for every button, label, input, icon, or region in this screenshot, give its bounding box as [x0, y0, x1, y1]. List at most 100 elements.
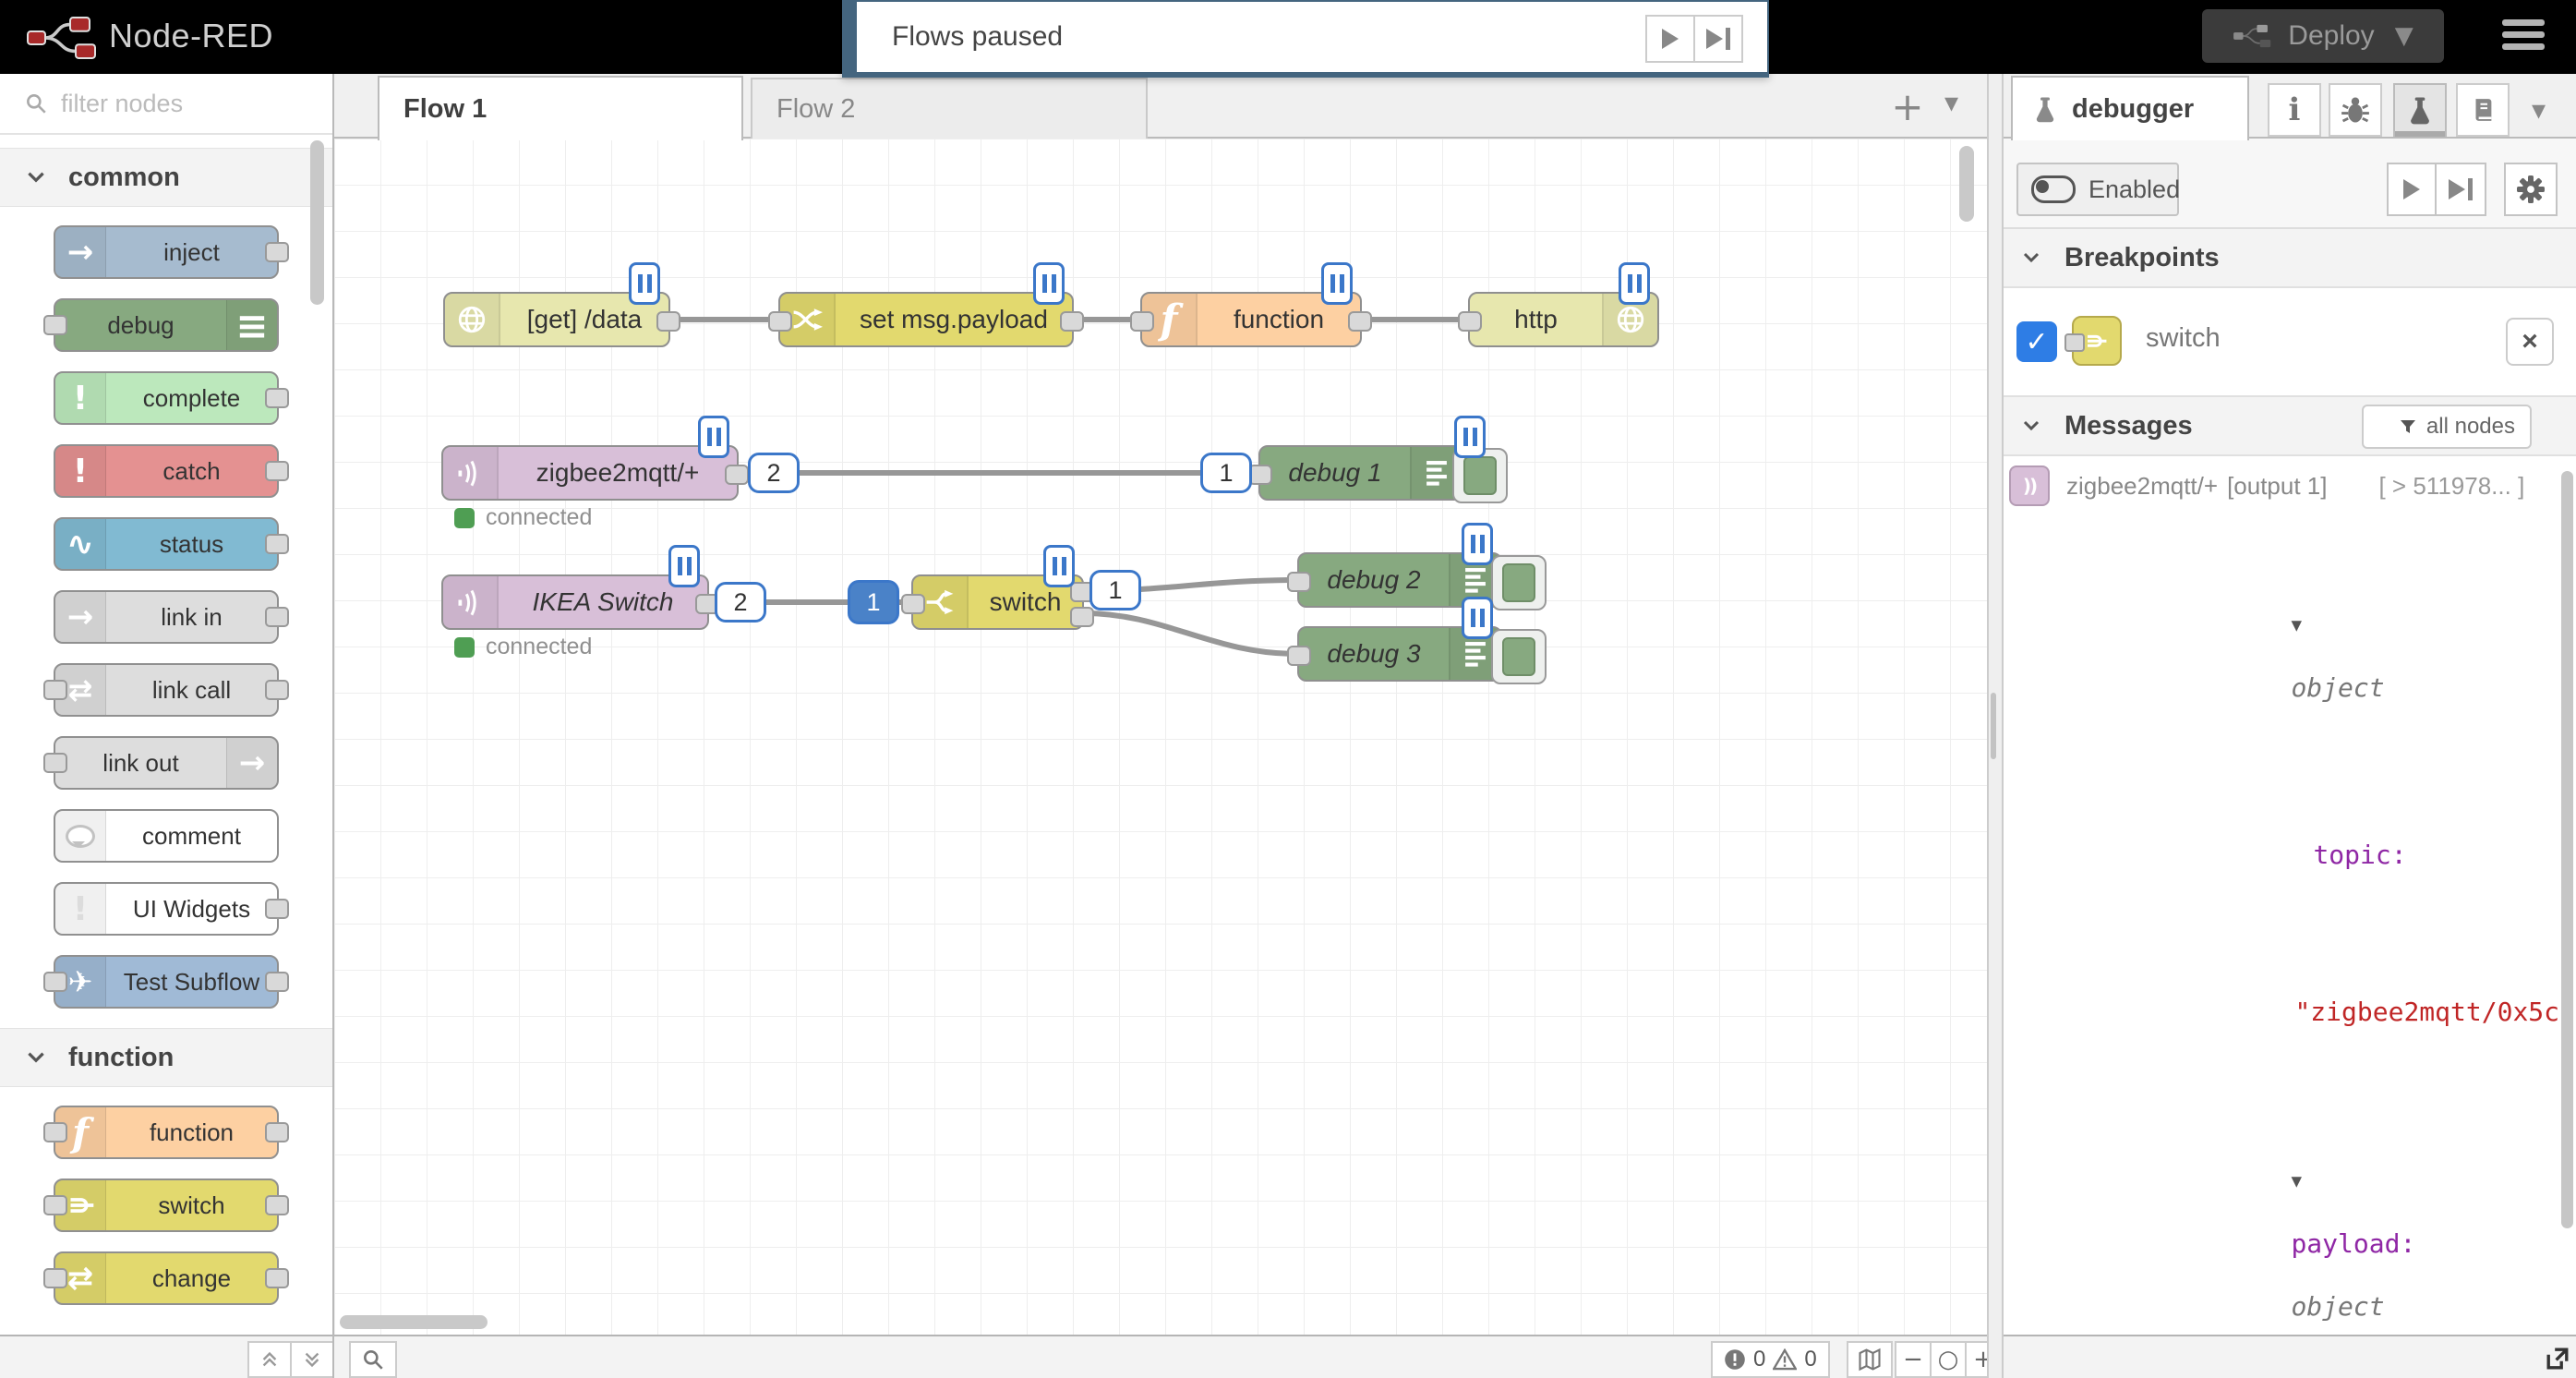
output-port[interactable]	[265, 1122, 289, 1142]
palette-node[interactable]: switch	[54, 1179, 279, 1232]
pause-badge[interactable]	[668, 545, 700, 587]
output-port[interactable]	[265, 607, 289, 627]
sidebar-popout-icon[interactable]	[2545, 1346, 2570, 1376]
deploy-button[interactable]: Deploy ▼	[2202, 9, 2444, 63]
palette-category-header[interactable]: common	[0, 148, 332, 207]
output-port[interactable]	[265, 899, 289, 919]
palette-node[interactable]: link in	[54, 590, 279, 644]
step-next-button[interactable]	[1695, 15, 1743, 63]
output-port[interactable]	[1348, 311, 1372, 332]
palette-node[interactable]: status	[54, 517, 279, 571]
canvas-issues-status[interactable]: 0 0	[1711, 1341, 1830, 1378]
add-flow-button[interactable]: +	[1882, 81, 1933, 131]
input-port[interactable]	[43, 1268, 67, 1288]
input-port[interactable]	[43, 972, 67, 992]
navigator-toggle-button[interactable]	[1847, 1341, 1893, 1378]
debug-line[interactable]: "zigbee2mqtt/0x5cc7c1fffe2dbe22"	[2009, 902, 2552, 1059]
pause-badge[interactable]	[698, 416, 729, 458]
input-port[interactable]	[1458, 311, 1482, 332]
output-port[interactable]	[265, 972, 289, 992]
sidebar-resize-handle[interactable]	[1987, 74, 2004, 1378]
output-port[interactable]	[265, 388, 289, 408]
input-port[interactable]	[43, 315, 67, 335]
flow-node-mqtt-in-zigbee[interactable]: zigbee2mqtt/+	[441, 445, 739, 501]
debug-line[interactable]: ▾ payload: object	[2009, 1070, 2552, 1336]
pause-badge[interactable]	[1462, 597, 1493, 639]
tab-debug-messages[interactable]	[2329, 83, 2382, 137]
palette-node[interactable]: complete	[54, 371, 279, 425]
tab-flow-2[interactable]: Flow 2	[751, 78, 1148, 139]
pause-badge[interactable]	[1462, 523, 1493, 565]
palette-node[interactable]: comment	[54, 809, 279, 863]
pause-badge[interactable]	[1619, 262, 1650, 305]
active-breakpoint-badge[interactable]: 1	[848, 580, 899, 624]
palette-node[interactable]: catch	[54, 444, 279, 498]
palette-node[interactable]: Test Subflow	[54, 955, 279, 1009]
pause-badge[interactable]	[1321, 262, 1353, 305]
output-port[interactable]	[265, 1195, 289, 1215]
palette-node[interactable]: change	[54, 1251, 279, 1305]
palette-category-header[interactable]: function	[0, 1028, 332, 1087]
output-port[interactable]	[265, 534, 289, 554]
output-port[interactable]	[725, 465, 749, 485]
debug-line[interactable]: ▾ object	[2009, 514, 2552, 735]
flow-node-debug-1[interactable]: debug 1	[1258, 445, 1463, 501]
palette-expand-all-button[interactable]	[292, 1341, 334, 1378]
main-menu-button[interactable]	[2502, 19, 2545, 55]
input-port[interactable]	[1287, 572, 1311, 592]
pause-badge[interactable]	[1454, 416, 1486, 458]
pause-badge[interactable]	[1033, 262, 1065, 305]
debug-toggle-button[interactable]	[1491, 629, 1547, 684]
output-port[interactable]	[1060, 311, 1084, 332]
breakpoint-checkbox[interactable]	[2016, 321, 2057, 362]
palette-node[interactable]: inject	[54, 225, 279, 279]
message-id[interactable]: [ > 511978... ]	[2378, 472, 2524, 501]
tab-help[interactable]	[2456, 83, 2510, 137]
debug-line[interactable]: topic:	[2009, 745, 2552, 902]
canvas-vertical-scrollbar[interactable]	[1959, 146, 1974, 222]
output-port[interactable]	[265, 242, 289, 262]
palette-node[interactable]: UI Widgets	[54, 882, 279, 936]
palette-filter[interactable]: filter nodes	[0, 74, 332, 135]
tab-flow-1[interactable]: Flow 1	[378, 76, 743, 140]
input-port[interactable]	[768, 311, 792, 332]
output-port[interactable]	[265, 680, 289, 700]
zoom-reset-button[interactable]: ○	[1932, 1341, 1967, 1378]
output-port-2[interactable]	[1070, 607, 1094, 627]
sidebar-menu-caret-icon[interactable]: ▾	[2532, 94, 2546, 127]
pause-badge[interactable]	[1043, 545, 1075, 587]
output-port[interactable]	[656, 311, 680, 332]
palette-scrollbar[interactable]	[310, 140, 324, 305]
debugger-play-button[interactable]	[2387, 163, 2437, 216]
zoom-out-button[interactable]: −	[1895, 1341, 1932, 1378]
debugger-settings-button[interactable]	[2504, 163, 2558, 216]
input-port[interactable]	[43, 1195, 67, 1215]
deploy-options-caret-icon[interactable]: ▼	[2395, 22, 2413, 50]
canvas-search-button[interactable]	[349, 1341, 397, 1378]
breakpoints-section-header[interactable]: Breakpoints	[2000, 229, 2576, 288]
canvas-horizontal-scrollbar[interactable]	[340, 1315, 488, 1329]
debugger-step-button[interactable]	[2437, 163, 2486, 216]
input-port[interactable]	[1130, 311, 1154, 332]
palette-node[interactable]: link out	[54, 736, 279, 790]
tab-debugger-icon-button[interactable]	[2393, 83, 2447, 137]
message-filter-button[interactable]: all nodes	[2362, 405, 2532, 449]
tab-info[interactable]: i	[2268, 83, 2321, 137]
input-port[interactable]	[43, 753, 67, 773]
pause-badge[interactable]	[629, 262, 660, 305]
remove-breakpoint-button[interactable]: ×	[2506, 318, 2554, 366]
palette-node[interactable]: function	[54, 1106, 279, 1159]
sidebar-scrollbar[interactable]	[2561, 471, 2573, 1228]
output-port[interactable]	[265, 1268, 289, 1288]
output-port[interactable]	[265, 461, 289, 481]
palette-node[interactable]: debug	[54, 298, 279, 352]
messages-section-header[interactable]: Messages all nodes	[2000, 397, 2576, 456]
input-port[interactable]	[43, 1122, 67, 1142]
debug-toggle-button[interactable]	[1491, 555, 1547, 610]
debug-message[interactable]: zigbee2mqtt/+ [output 1] [ > 511978... ]…	[2000, 454, 2558, 1336]
flow-list-button[interactable]: ▾	[1944, 87, 1958, 119]
tab-debugger[interactable]: debugger	[2011, 76, 2249, 140]
debug-messages-list[interactable]: zigbee2mqtt/+ [output 1] [ > 511978... ]…	[2000, 454, 2558, 1336]
input-port[interactable]	[901, 594, 925, 614]
palette-node[interactable]: link call	[54, 663, 279, 717]
